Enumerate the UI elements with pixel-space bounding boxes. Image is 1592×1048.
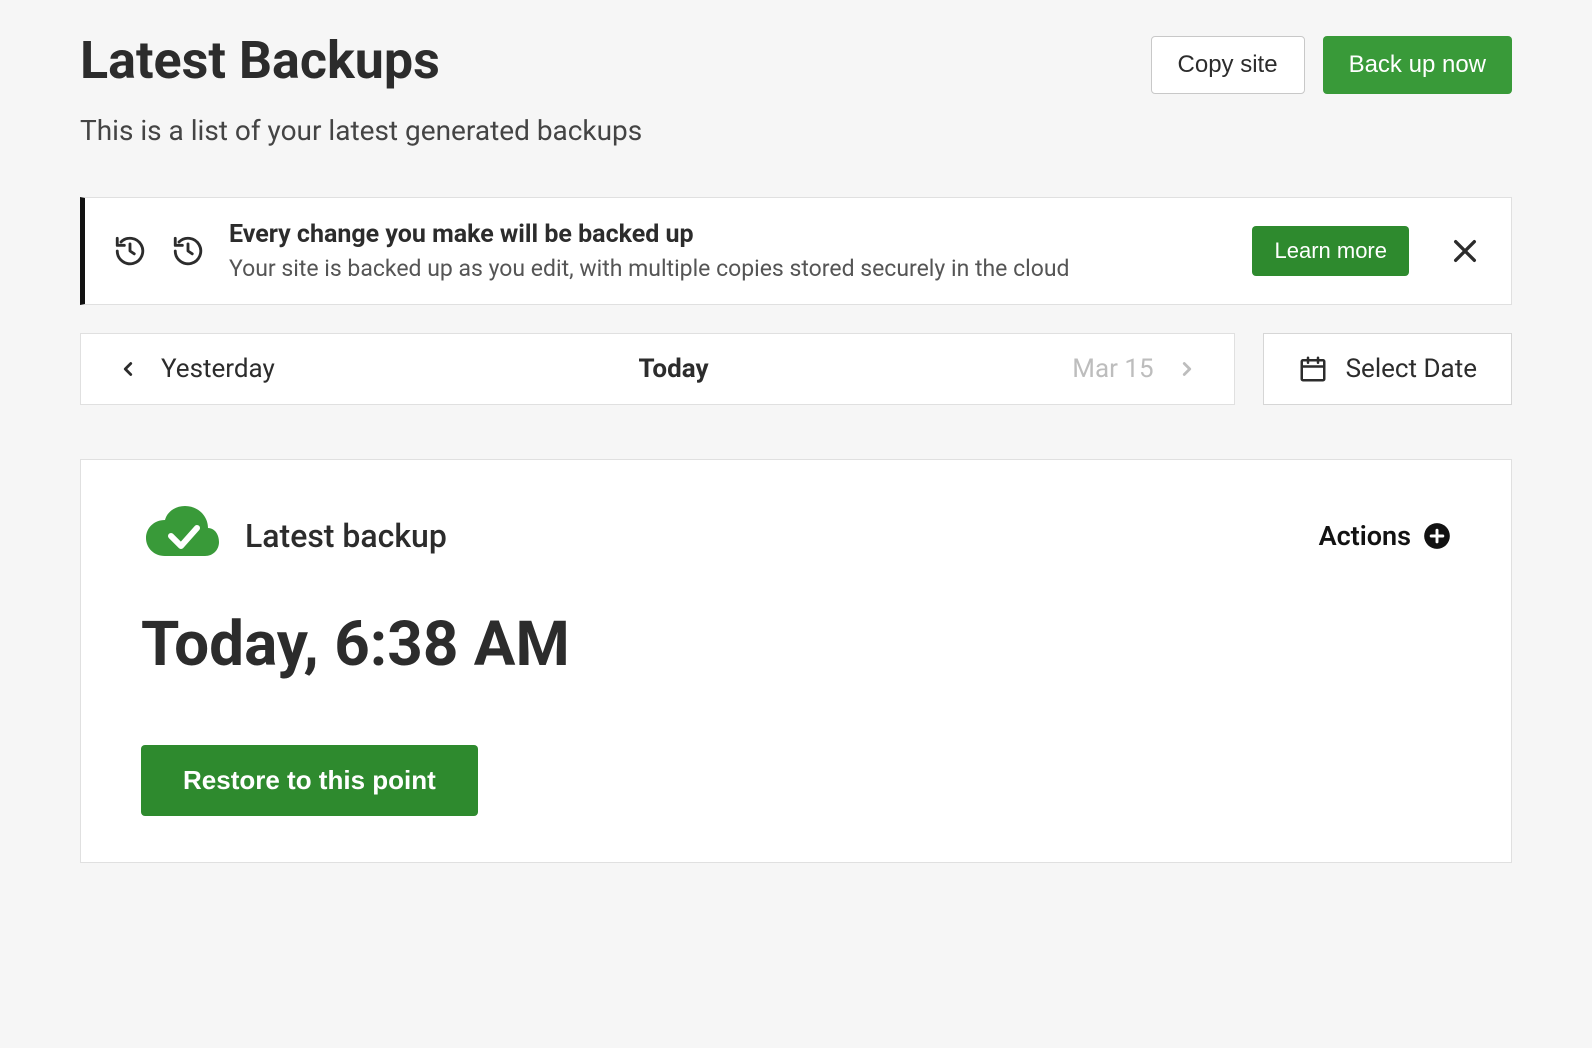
date-nav-row: Yesterday Today Mar 15 Select Date — [80, 333, 1512, 405]
page-title: Latest Backups — [80, 30, 440, 91]
banner-text: Every change you make will be backed up … — [229, 220, 1228, 282]
backup-time: Today, 6:38 AM — [141, 608, 1451, 681]
history-icon — [171, 234, 205, 268]
date-nav-next-label: Mar 15 — [1072, 354, 1153, 384]
date-nav-prev[interactable]: Yesterday — [117, 354, 275, 384]
history-icon — [113, 234, 147, 268]
banner-title: Every change you make will be backed up — [229, 220, 1228, 249]
backup-card-title-wrap: Latest backup — [141, 506, 447, 566]
backup-now-button[interactable]: Back up now — [1323, 36, 1512, 94]
backup-card-header: Latest backup Actions — [141, 506, 1451, 566]
actions-label: Actions — [1319, 520, 1411, 552]
date-navigator: Yesterday Today Mar 15 — [80, 333, 1235, 405]
copy-site-button[interactable]: Copy site — [1151, 36, 1305, 94]
info-banner: Every change you make will be backed up … — [80, 197, 1512, 305]
header-actions: Copy site Back up now — [1151, 36, 1512, 94]
chevron-left-icon — [117, 358, 139, 380]
cloud-check-icon — [141, 506, 221, 566]
select-date-label: Select Date — [1346, 354, 1477, 384]
select-date-button[interactable]: Select Date — [1263, 333, 1512, 405]
page-subtitle: This is a list of your latest generated … — [80, 114, 1512, 147]
restore-button[interactable]: Restore to this point — [141, 745, 478, 816]
plus-circle-icon — [1423, 522, 1451, 550]
backup-card: Latest backup Actions Today, 6:38 AM Res… — [80, 459, 1512, 863]
backup-card-title: Latest backup — [245, 517, 447, 555]
banner-description: Your site is backed up as you edit, with… — [229, 255, 1228, 282]
chevron-right-icon — [1176, 358, 1198, 380]
banner-icons — [113, 234, 205, 268]
actions-menu[interactable]: Actions — [1319, 520, 1451, 552]
close-icon[interactable] — [1449, 235, 1481, 267]
learn-more-button[interactable]: Learn more — [1252, 226, 1409, 276]
date-nav-next[interactable]: Mar 15 — [1072, 354, 1197, 384]
date-nav-current: Today — [639, 354, 709, 384]
calendar-icon — [1298, 354, 1328, 384]
date-nav-prev-label: Yesterday — [161, 354, 275, 384]
